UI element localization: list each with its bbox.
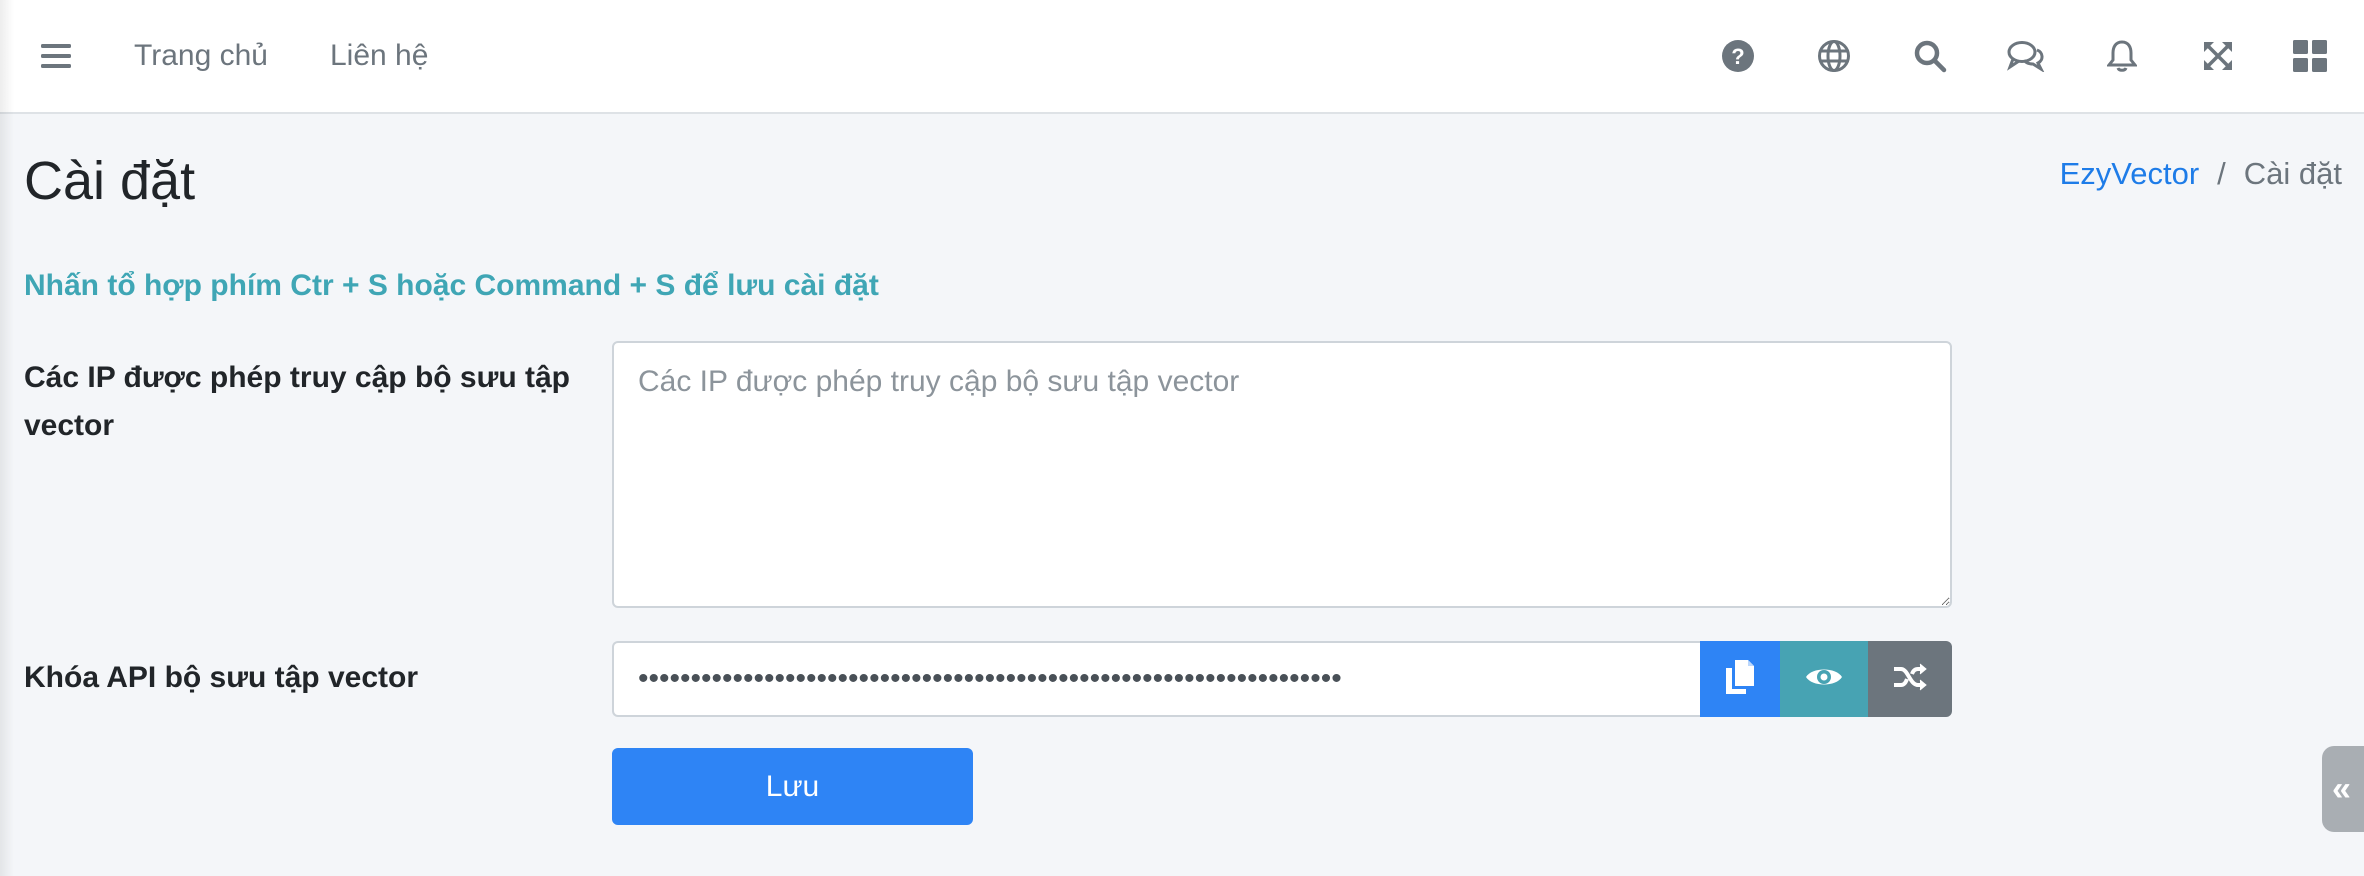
search-icon[interactable]	[1902, 28, 1958, 84]
breadcrumb: EzyVector / Cài đặt	[2060, 154, 2342, 194]
api-key-label: Khóa API bộ sưu tập vector	[24, 661, 418, 694]
save-shortcut-hint: Nhấn tổ hợp phím Ctr + S hoặc Command + …	[24, 269, 879, 302]
top-navbar: Trang chủ Liên hệ ?	[0, 0, 2364, 114]
fullscreen-icon[interactable]	[2190, 28, 2246, 84]
eye-icon	[1805, 664, 1843, 695]
regenerate-api-key-button[interactable]	[1868, 641, 1952, 717]
api-key-input[interactable]	[612, 641, 1702, 717]
save-button[interactable]: Lưu	[612, 748, 973, 825]
bell-icon[interactable]	[2094, 28, 2150, 84]
menu-icon[interactable]	[28, 28, 84, 84]
allowed-ips-label: Các IP được phép truy cập bộ sưu tập vec…	[24, 361, 570, 442]
svg-text:?: ?	[1731, 44, 1744, 69]
sidebar-edge-shadow	[0, 0, 14, 876]
shuffle-icon	[1893, 662, 1927, 697]
allowed-ips-textarea[interactable]	[612, 341, 1952, 608]
globe-icon[interactable]	[1806, 28, 1862, 84]
double-chevron-left-icon: «	[2332, 770, 2351, 808]
question-icon[interactable]: ?	[1710, 28, 1766, 84]
page-title: Cài đặt	[24, 151, 196, 211]
toggle-visibility-button[interactable]	[1780, 641, 1868, 717]
nav-link-contact[interactable]: Liên hệ	[330, 36, 428, 76]
copy-icon	[1726, 659, 1754, 699]
chat-icon[interactable]	[1998, 28, 2054, 84]
nav-link-home[interactable]: Trang chủ	[134, 36, 268, 76]
apps-grid-icon[interactable]	[2282, 28, 2338, 84]
copy-api-key-button[interactable]	[1700, 641, 1780, 717]
breadcrumb-current: Cài đặt	[2243, 156, 2342, 191]
breadcrumb-separator: /	[2217, 156, 2226, 191]
breadcrumb-root-link[interactable]: EzyVector	[2060, 154, 2200, 194]
collapse-sidebar-toggle[interactable]: «	[2322, 746, 2364, 832]
